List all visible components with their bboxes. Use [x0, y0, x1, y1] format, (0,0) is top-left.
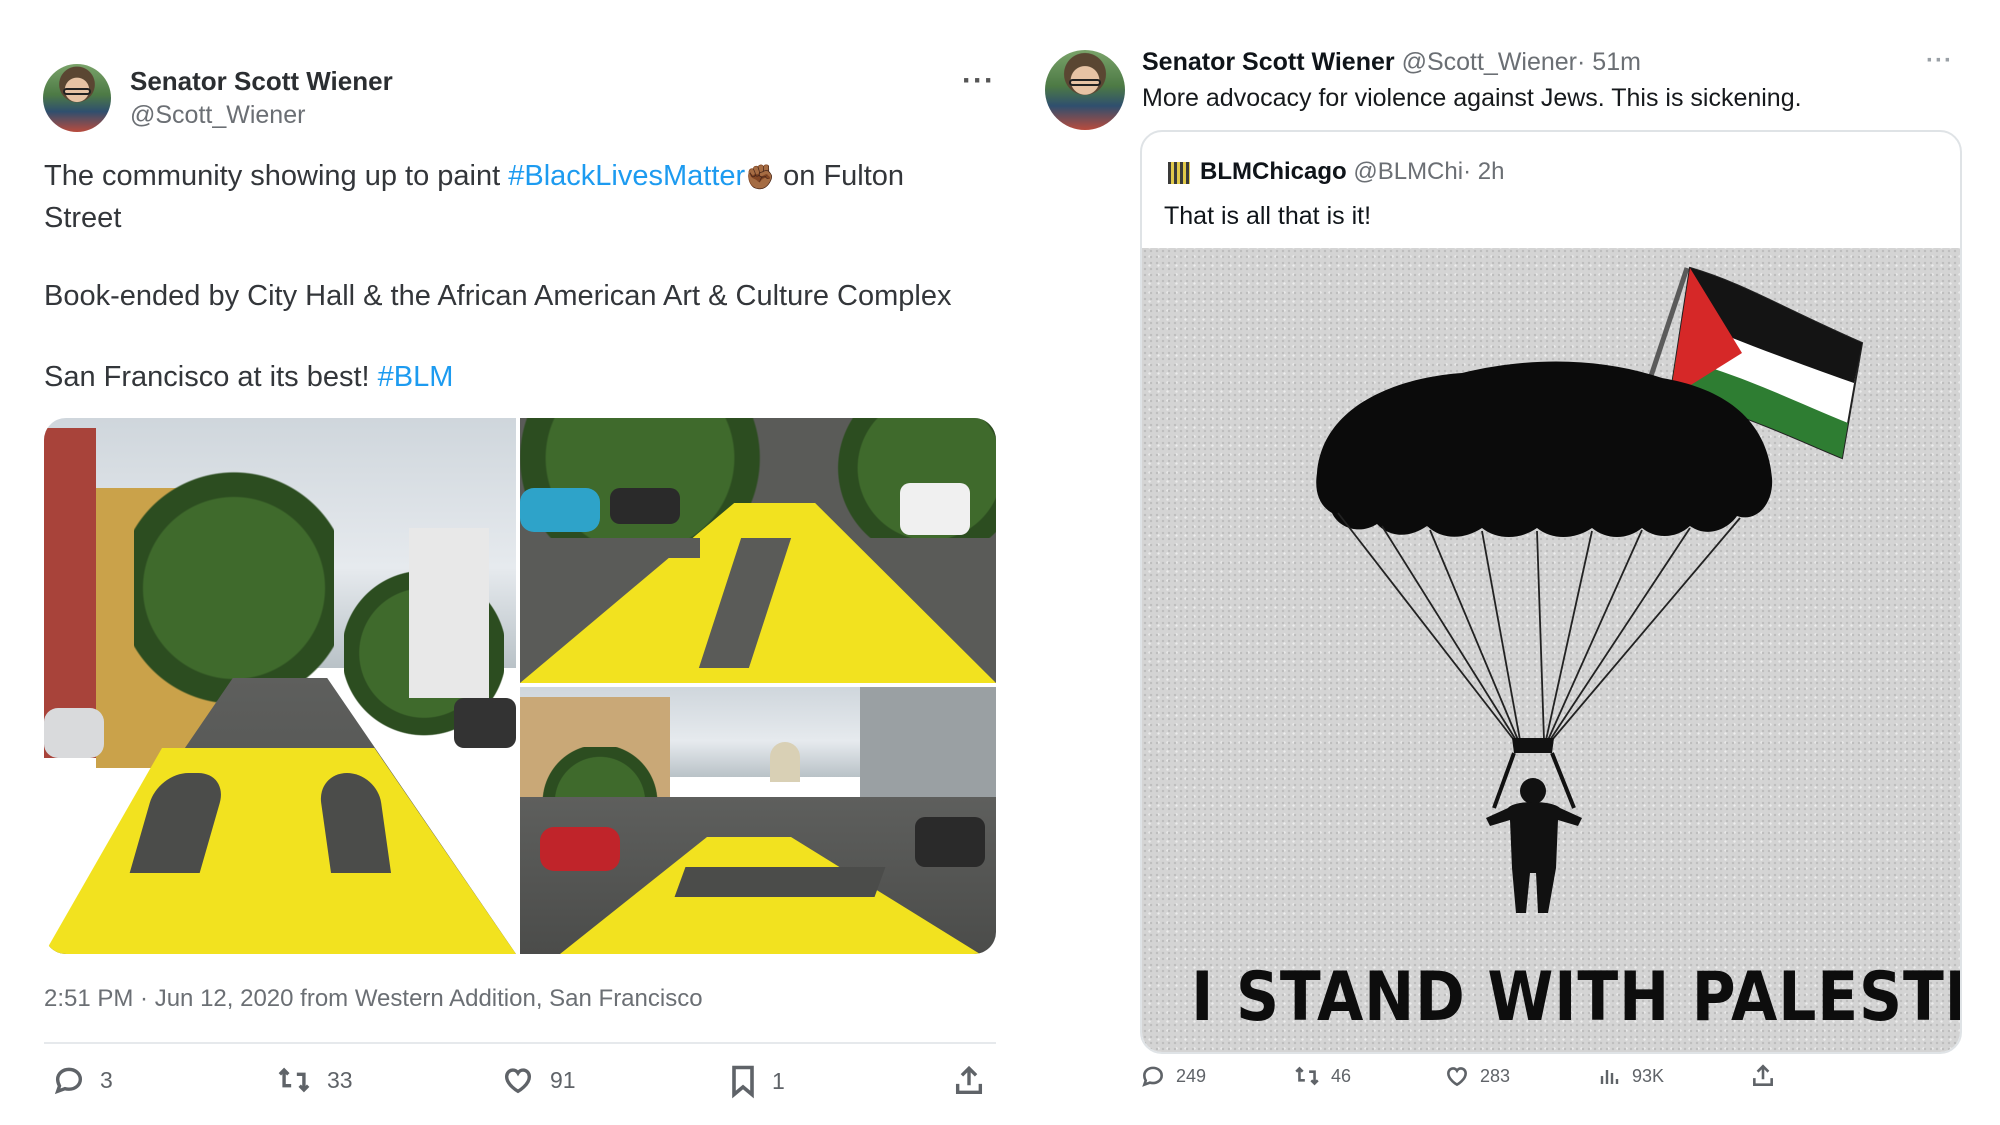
tweet-paragraph: Book-ended by City Hall & the African Am… [44, 280, 952, 312]
quoted-handle[interactable]: @BLMChi [1353, 158, 1463, 185]
retweet-icon [278, 1067, 310, 1093]
tweet-text: The community showing up to paint #Black… [44, 156, 974, 239]
tweet-text-part: San Francisco at its best! [44, 361, 378, 393]
poster-slogan: I STAND WITH PALESTINE. [1191, 958, 1962, 1037]
author-handle[interactable]: @Scott_Wiener [130, 101, 305, 130]
tweet-text-part: Street [44, 202, 122, 234]
quoted-author-name[interactable]: BLMChicago [1200, 158, 1347, 185]
photo-grid [44, 418, 996, 954]
tweet-text-part: The community showing up to paint [44, 160, 509, 192]
like-button[interactable]: 91 [500, 1063, 576, 1097]
bookmark-icon [732, 1065, 754, 1099]
fist-emoji: ✊🏾 [745, 164, 776, 191]
bookmark-button[interactable]: 1 [728, 1063, 785, 1099]
avatar-glasses [63, 88, 91, 95]
parachute-illustration [1316, 266, 1864, 913]
street-photo-2[interactable] [520, 418, 996, 683]
reply-count: 3 [100, 1066, 113, 1093]
like-count: 91 [550, 1066, 576, 1093]
avatar-glasses [1069, 78, 1101, 86]
quoted-text: That is all that is it! [1164, 202, 1372, 230]
heart-icon [1447, 1067, 1467, 1087]
tweet-header: Senator Scott Wiener @Scott_Wiener· 51m [1142, 48, 1641, 77]
tweet-paragraph: San Francisco at its best! #BLM [44, 357, 453, 398]
more-options-icon[interactable]: ··· [1926, 47, 1953, 75]
retweet-count: 33 [327, 1066, 353, 1093]
street-photo-3[interactable] [520, 687, 996, 954]
reply-count: 249 [1176, 1065, 1207, 1086]
avatar[interactable] [1045, 50, 1125, 130]
hashtag-link[interactable]: #BLM [378, 361, 454, 393]
retweet-button[interactable]: 33 [275, 1063, 353, 1097]
divider [44, 1042, 996, 1044]
reply-button[interactable]: 249 [1140, 1063, 1206, 1089]
reply-icon [54, 1067, 83, 1095]
timestamp[interactable]: 2:51 PM · Jun 12, 2020 from Western Addi… [44, 985, 703, 1013]
share-icon [955, 1065, 983, 1095]
tweet-text-part: on Fulton [775, 160, 905, 192]
poster-image[interactable]: I STAND WITH PALESTINE. [1142, 248, 1960, 1052]
left-tweet: Senator Scott Wiener @Scott_Wiener ··· T… [0, 0, 1010, 1125]
parachutist [1486, 802, 1582, 913]
reply-icon [1142, 1066, 1163, 1087]
retweet-icon [1295, 1066, 1319, 1086]
more-options-icon[interactable]: ··· [962, 64, 995, 98]
tweet-text: More advocacy for violence against Jews.… [1142, 84, 1802, 112]
quoted-header: BLMChicago @BLMChi· 2h [1200, 158, 1504, 186]
avatar[interactable] [43, 64, 111, 132]
views-button[interactable]: 93K [1598, 1063, 1664, 1089]
views-count: 93K [1632, 1065, 1665, 1086]
street-photo-1[interactable] [44, 418, 516, 954]
retweet-count: 46 [1331, 1065, 1352, 1086]
tweet-time[interactable]: · 51m [1577, 48, 1641, 76]
like-count: 283 [1480, 1065, 1511, 1086]
reply-button[interactable]: 3 [52, 1063, 113, 1097]
quoted-time[interactable]: · 2h [1463, 158, 1504, 185]
author-name[interactable]: Senator Scott Wiener [1142, 48, 1395, 76]
analytics-icon [1600, 1070, 1619, 1084]
hashtag-link[interactable]: #BlackLivesMatter [508, 160, 745, 192]
quoted-tweet[interactable]: BLMChicago @BLMChi· 2h That is all that … [1140, 130, 1962, 1054]
retweet-button[interactable]: 46 [1293, 1063, 1351, 1089]
share-button[interactable] [952, 1063, 986, 1099]
heart-icon [504, 1068, 532, 1094]
share-button[interactable] [1750, 1062, 1776, 1090]
like-button[interactable]: 283 [1444, 1063, 1510, 1089]
bookmark-count: 1 [772, 1067, 785, 1094]
share-icon [1753, 1064, 1773, 1086]
right-tweet: Senator Scott Wiener @Scott_Wiener· 51m … [1030, 0, 2000, 1125]
author-name[interactable]: Senator Scott Wiener [130, 66, 393, 97]
author-handle[interactable]: @Scott_Wiener [1402, 48, 1577, 76]
quoted-avatar [1168, 162, 1190, 184]
